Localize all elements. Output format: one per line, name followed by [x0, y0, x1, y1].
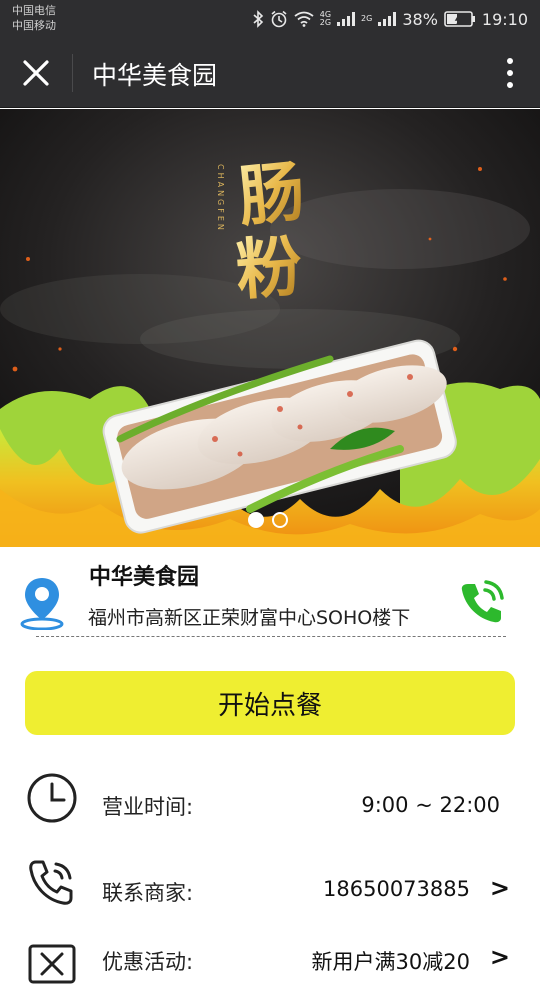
start-order-button[interactable]: 开始点餐 [25, 671, 515, 735]
contact-merchant-phone: 18650073885 [323, 877, 470, 901]
carrier-info: 中国电信 中国移动 [12, 3, 56, 33]
business-hours-row: 营业时间: 9:00 ~ 22:00 [0, 771, 540, 841]
contact-merchant-row[interactable]: 联系商家: 18650073885 > [0, 853, 540, 923]
chevron-right-icon: > [489, 874, 510, 902]
promotion-value: 新用户满30减20 [311, 950, 470, 974]
shop-address: 福州市高新区正荣财富中心SOHO楼下 [88, 607, 411, 629]
divider-dashed [36, 636, 506, 637]
status-icons: 4G 2G 2G 38% 19:10 [252, 6, 528, 32]
more-options-icon[interactable] [506, 57, 514, 89]
business-hours-value: 9:00 ~ 22:00 [361, 793, 500, 817]
network-type-2: 2G [361, 14, 373, 23]
wifi-icon [294, 11, 314, 27]
business-hours-label: 营业时间: [102, 795, 194, 819]
banner-pinyin: CHANGFEN [216, 164, 225, 233]
status-bar: 中国电信 中国移动 4G 2G 2G 38% 19:10 [0, 0, 540, 38]
chevron-right-icon: > [489, 943, 510, 971]
page-title: 中华美食园 [92, 61, 218, 90]
alarm-icon [271, 10, 287, 28]
close-icon[interactable] [18, 55, 54, 91]
battery-icon [444, 11, 475, 27]
carrier-2: 中国移动 [12, 19, 56, 32]
signal-icon-2 [378, 12, 397, 26]
battery-percent: 38% [402, 9, 438, 29]
clock-icon [27, 773, 77, 823]
banner-image: 肠 粉 CHANGFEN [0, 109, 540, 547]
contact-merchant-label: 联系商家: [102, 881, 194, 905]
network-type-1: 4G 2G [319, 10, 332, 27]
carrier-1: 中国电信 [12, 4, 56, 17]
coupon-icon [28, 944, 76, 984]
promo-banner[interactable]: 肠 粉 CHANGFEN [0, 109, 540, 547]
call-shop-icon[interactable] [456, 576, 508, 628]
carousel-dot-2[interactable] [272, 512, 288, 528]
nav-divider [72, 54, 73, 92]
signal-icon-1 [337, 12, 356, 26]
shop-name: 中华美食园 [89, 565, 200, 590]
banner-calligraphy-1: 肠 [235, 152, 309, 236]
promotion-row[interactable]: 优惠活动: 新用户满30减20 > [0, 930, 540, 1000]
phone-call-icon [29, 860, 73, 905]
location-pin-icon [20, 578, 64, 630]
bluetooth-icon [253, 10, 263, 28]
clock-time: 19:10 [481, 9, 528, 29]
promotion-label: 优惠活动: [102, 950, 194, 974]
nav-bar: 中华美食园 [0, 38, 540, 108]
carousel-dot-1[interactable] [248, 512, 264, 528]
banner-calligraphy-2: 粉 [233, 227, 304, 309]
carousel-indicators [248, 512, 288, 528]
